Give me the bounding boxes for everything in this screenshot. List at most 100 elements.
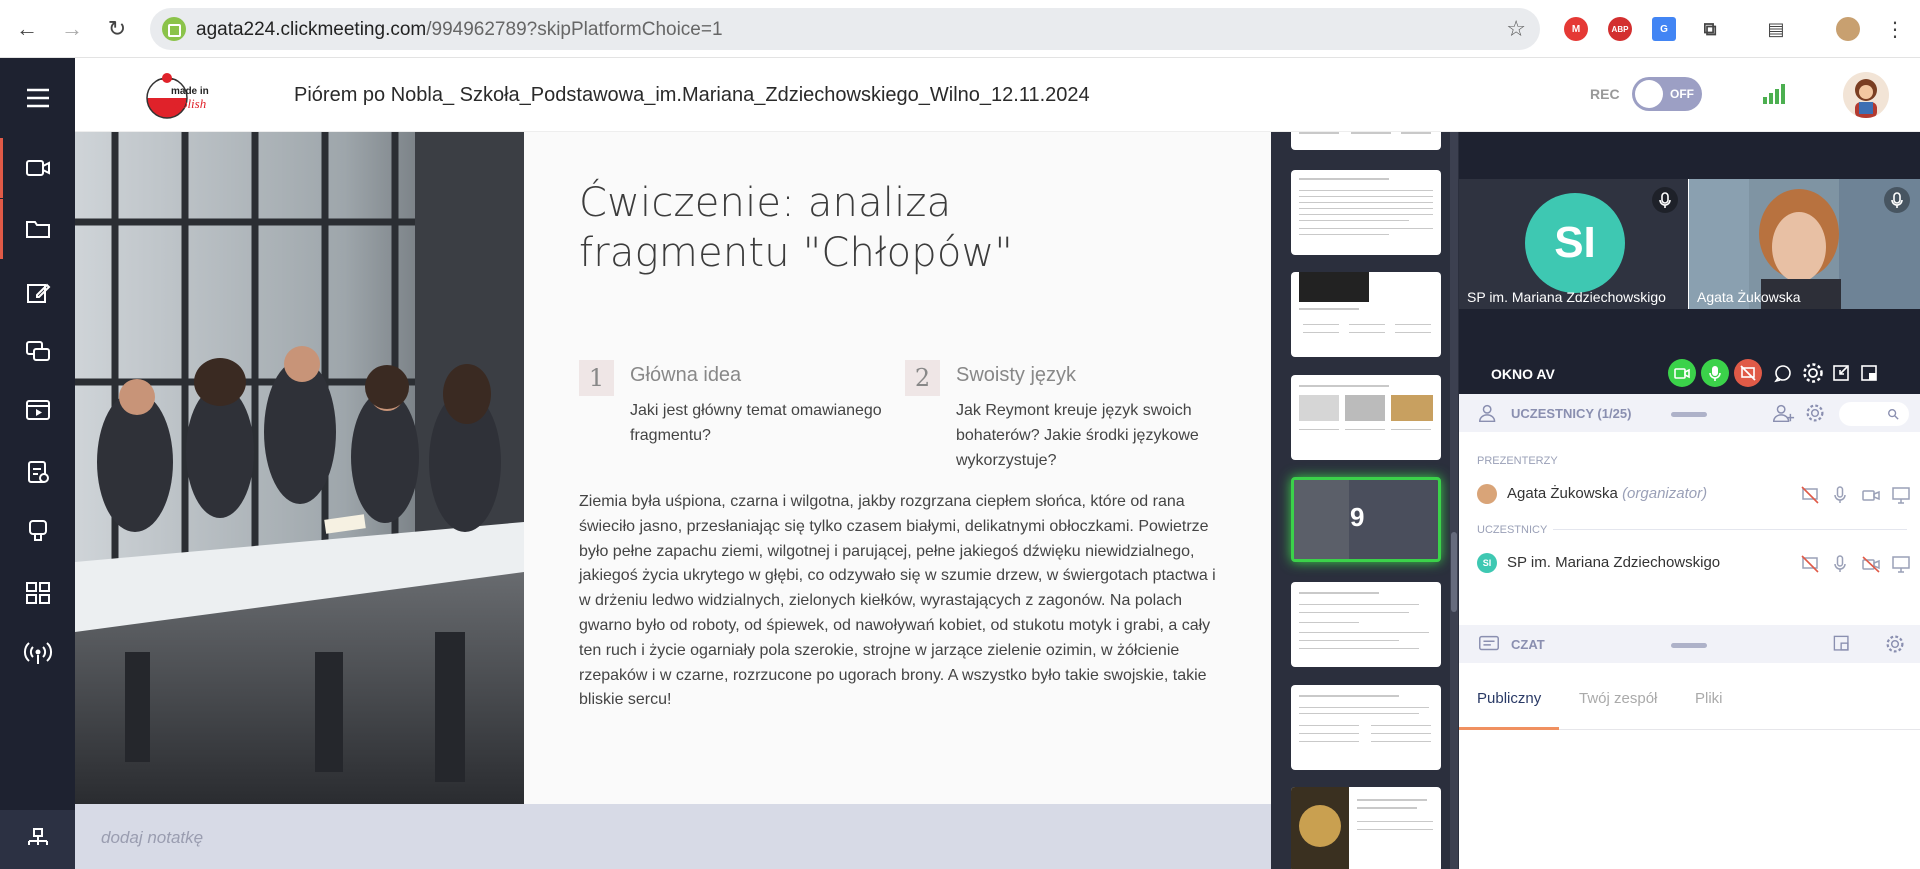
microphone-icon[interactable] — [1829, 484, 1851, 506]
browser-menu-icon[interactable]: ⋮ — [1880, 14, 1910, 44]
presenters-label: PREZENTERZY — [1477, 455, 1558, 467]
slide-thumbnail-strip: 9 — [1271, 132, 1459, 869]
extensions-puzzle-icon[interactable]: ⧉ — [1698, 17, 1722, 41]
translate-extension-icon[interactable]: G — [1652, 17, 1676, 41]
attendees-label: UCZESTNICY — [1477, 524, 1554, 536]
slide-thumbnail-current[interactable]: 9 — [1291, 477, 1441, 562]
microphone-icon — [1709, 366, 1721, 381]
slide-thumbnail[interactable] — [1291, 685, 1441, 770]
recording-toggle[interactable]: OFF — [1632, 77, 1702, 111]
profile-avatar-icon[interactable] — [1836, 17, 1860, 41]
rec-label: REC — [1590, 86, 1620, 102]
sidebar-item-tests[interactable] — [0, 441, 75, 501]
screen-share-off-button[interactable] — [1734, 359, 1762, 387]
panel-resize-grip[interactable] — [1671, 412, 1707, 417]
chat-label: CZAT — [1511, 637, 1545, 652]
point-text: Jak Reymont kreuje język swoich bohateró… — [956, 402, 1199, 469]
sidebar-item-video[interactable] — [0, 138, 75, 198]
av-window-bar: OKNO AV — [1459, 353, 1920, 394]
bookmark-star-icon[interactable]: ☆ — [1506, 16, 1526, 42]
monitor-icon[interactable] — [1890, 553, 1912, 575]
sidebar-item-q-and-a[interactable] — [0, 501, 75, 561]
add-person-icon[interactable] — [1771, 401, 1795, 425]
gear-icon[interactable] — [1883, 632, 1907, 656]
url-text[interactable]: agata224.clickmeeting.com/994962789?skip… — [196, 19, 723, 41]
participants-header[interactable]: UCZESTNICY (1/25) — [1459, 394, 1920, 432]
screen-share-off-icon[interactable] — [1799, 484, 1821, 506]
microphone-icon — [1884, 187, 1910, 213]
add-note-placeholder[interactable]: dodaj notatkę — [101, 828, 203, 848]
right-panel: SI SP im. Mariana Zdziechowskigo Agata Ż… — [1459, 132, 1920, 869]
sidebar-item-broadcast[interactable] — [0, 623, 75, 683]
thumbnail-scrollbar[interactable] — [1450, 132, 1458, 869]
slide-thumbnail[interactable] — [1291, 132, 1441, 150]
gear-icon[interactable] — [1803, 401, 1827, 425]
site-info-icon[interactable] — [162, 17, 186, 41]
popout-video-button[interactable] — [1855, 359, 1883, 387]
user-avatar[interactable] — [1843, 72, 1889, 118]
camera-icon — [1674, 368, 1690, 379]
meeting-title: Piórem po Nobla_ Szkoła_Podstawowa_im.Ma… — [294, 84, 1090, 106]
sidebar-item-whiteboard[interactable] — [0, 263, 75, 323]
forward-arrow-icon[interactable]: → — [57, 14, 87, 44]
slide-thumbnail[interactable] — [1291, 375, 1441, 460]
monitor-icon[interactable] — [1890, 484, 1912, 506]
panel-resize-grip[interactable] — [1671, 643, 1707, 648]
presenter-role: (organizator) — [1622, 485, 1708, 502]
active-tab-indicator — [1459, 727, 1559, 730]
sidebar-item-network[interactable] — [0, 810, 75, 869]
folder-icon — [25, 221, 50, 238]
back-arrow-icon[interactable]: ← — [12, 14, 42, 44]
menu-hamburger-icon[interactable] — [0, 68, 75, 128]
notes-bar[interactable]: dodaj notatkę — [75, 804, 1271, 869]
chat-bubble-icon — [1774, 365, 1791, 383]
participant-row-presenter[interactable]: Agata Żukowska (organizator) — [1477, 481, 1917, 507]
slide-thumbnail[interactable] — [1291, 787, 1441, 869]
sidebar-item-screen-share[interactable] — [0, 321, 75, 381]
camera-off-icon[interactable] — [1860, 553, 1882, 575]
slide-heading: Ćwiczenie: analiza fragmentu "Chłopów" — [579, 180, 1014, 276]
gmail-extension-icon[interactable]: M — [1564, 17, 1588, 41]
mic-toggle-button[interactable] — [1701, 359, 1729, 387]
camera-toggle-button[interactable] — [1668, 359, 1696, 387]
adblock-extension-icon[interactable]: ABP — [1608, 17, 1632, 41]
slide-thumbnail[interactable] — [1291, 170, 1441, 255]
participant-row-attendee[interactable]: SI SP im. Mariana Zdziechowskigo — [1477, 550, 1917, 576]
attendee-avatar: SI — [1477, 553, 1497, 573]
tab-files[interactable]: Pliki — [1695, 690, 1723, 707]
url-host: agata224.clickmeeting.com — [196, 19, 427, 40]
screen-share-off-icon[interactable] — [1799, 553, 1821, 575]
slide-thumbnail[interactable] — [1291, 582, 1441, 667]
popout-icon[interactable] — [1831, 633, 1853, 655]
search-icon — [1888, 409, 1899, 420]
tab-public[interactable]: Publiczny — [1477, 690, 1541, 707]
reading-list-icon[interactable]: ▤ — [1764, 17, 1788, 41]
tab-team[interactable]: Twój zespół — [1579, 690, 1657, 707]
minimize-video-button[interactable] — [1827, 359, 1855, 387]
gear-icon — [1803, 363, 1823, 383]
sidebar-item-media[interactable] — [0, 380, 75, 440]
chat-header[interactable]: CZAT — [1459, 625, 1920, 663]
av-settings-button[interactable] — [1799, 359, 1827, 387]
participants-search-input[interactable] — [1839, 402, 1909, 426]
clipboard-check-icon — [27, 461, 49, 483]
chat-bubble-button[interactable] — [1769, 359, 1797, 387]
camera-icon — [25, 160, 50, 176]
video-tile-agata[interactable]: Agata Żukowska — [1689, 179, 1920, 309]
video-player-icon — [25, 400, 50, 420]
chat-tabs: Publiczny Twój zespół Pliki — [1459, 670, 1920, 730]
slide-thumbnail[interactable] — [1291, 272, 1441, 357]
left-sidebar — [0, 58, 75, 869]
reload-icon[interactable]: ↻ — [102, 14, 132, 44]
slide-paragraph: Ziemia była uśpiona, czarna i wilgotna, … — [579, 493, 1216, 709]
video-tile-name: SP im. Mariana Zdziechowskigo — [1467, 289, 1666, 305]
address-bar[interactable]: agata224.clickmeeting.com/994962789?skip… — [150, 8, 1540, 50]
video-tile-school[interactable]: SI SP im. Mariana Zdziechowskigo — [1459, 179, 1688, 309]
av-window-label: OKNO AV — [1491, 366, 1555, 382]
made-in-polish-logo: made in Polish — [137, 68, 217, 120]
camera-icon[interactable] — [1860, 484, 1882, 506]
sidebar-item-apps[interactable] — [0, 563, 75, 623]
scrollbar-thumb[interactable] — [1451, 532, 1457, 612]
microphone-icon[interactable] — [1829, 553, 1851, 575]
sidebar-item-files[interactable] — [0, 199, 75, 259]
